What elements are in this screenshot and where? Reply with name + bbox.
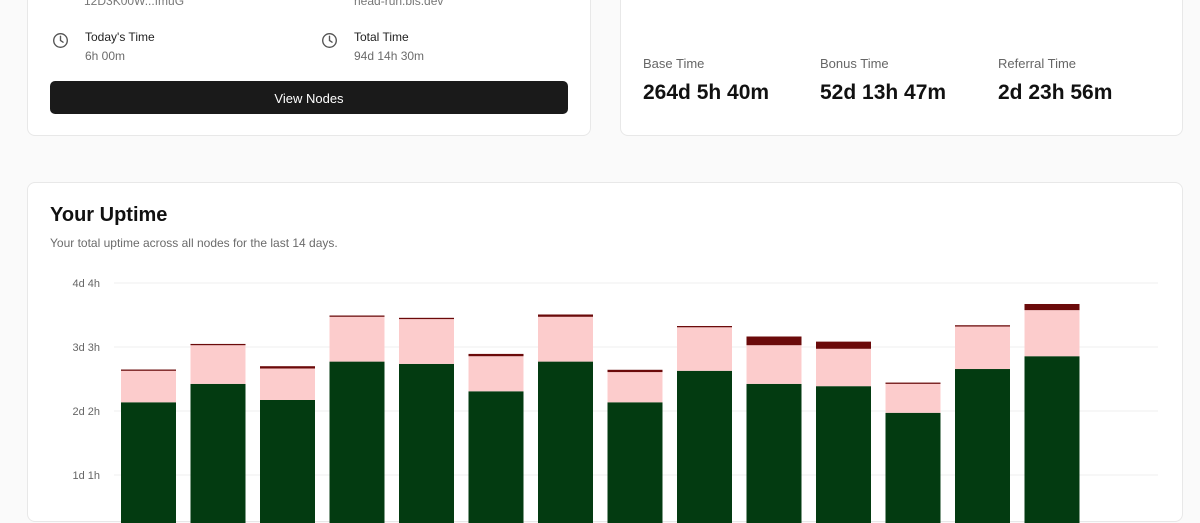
bar-segment-bonus[interactable] <box>607 372 663 403</box>
bar-segment-base[interactable] <box>538 361 593 523</box>
y-tick-label: 1d 1h <box>72 470 100 482</box>
bonus-time-stat: Bonus Time 52d 13h 47m <box>820 56 946 105</box>
bar-segment-referral[interactable] <box>121 369 176 371</box>
total-time-value: 94d 14h 30m <box>354 49 425 63</box>
bar-segment-bonus[interactable] <box>538 316 593 362</box>
bar-segment-bonus[interactable] <box>1024 310 1080 357</box>
node-id-value: 12D3K00W...fmuG <box>84 0 185 8</box>
total-time-headline: T·315d 10h 23m <box>641 0 985 9</box>
y-tick-label: 4d 4h <box>72 278 100 290</box>
bar-segment-referral[interactable] <box>329 315 385 317</box>
bar-segment-referral[interactable] <box>955 325 1010 327</box>
bar-segment-referral[interactable] <box>260 366 315 369</box>
bar-segment-bonus[interactable] <box>260 368 315 400</box>
referral-time-label: Referral Time <box>998 56 1077 71</box>
bar-segment-base[interactable] <box>885 412 941 523</box>
bar-segment-referral[interactable] <box>1024 303 1080 311</box>
bar-segment-base[interactable] <box>329 361 385 523</box>
bar-segment-base[interactable] <box>1024 356 1080 523</box>
bar-segment-base[interactable] <box>607 402 663 523</box>
clock-icon <box>322 33 337 48</box>
bar-segment-bonus[interactable] <box>468 356 524 392</box>
bar-segment-referral[interactable] <box>816 341 871 349</box>
bar-segment-base[interactable] <box>190 383 246 523</box>
bar-segment-referral[interactable] <box>399 317 454 320</box>
bar-segment-referral[interactable] <box>885 382 941 384</box>
bar-segment-base[interactable] <box>468 391 524 523</box>
bonus-time-label: Bonus Time <box>820 56 889 71</box>
bar-segment-referral[interactable] <box>677 326 732 328</box>
bar-segment-bonus[interactable] <box>399 319 454 364</box>
y-tick-label: 2d 2h <box>72 406 100 418</box>
bar-segment-referral[interactable] <box>746 336 802 346</box>
bar-segment-bonus[interactable] <box>121 370 176 403</box>
clock-icon <box>53 33 68 48</box>
base-time-label: Base Time <box>643 56 705 71</box>
bar-segment-bonus[interactable] <box>885 383 941 413</box>
node-host-value: head-run.bls.dev <box>354 0 444 8</box>
time-summary-card: T·315d 10h 23m Base Time 264d 5h 40m Bon… <box>620 0 1183 136</box>
bar-segment-base[interactable] <box>260 399 315 523</box>
todays-time-label: Today's Time <box>85 30 155 44</box>
node-info-card: 12D3K00W...fmuG head-run.bls.dev Today's… <box>27 0 591 136</box>
bar-segment-bonus[interactable] <box>190 345 246 384</box>
uptime-chart: 1d 1h 2d 2h 3d 3h 4d 4h <box>72 278 1158 523</box>
todays-time-value: 6h 00m <box>85 49 126 63</box>
bar-segment-base[interactable] <box>746 383 802 523</box>
referral-time-stat: Referral Time 2d 23h 56m <box>998 56 1112 105</box>
bonus-time-value: 52d 13h 47m <box>820 81 947 104</box>
bar-segment-bonus[interactable] <box>816 348 871 387</box>
bar-segment-referral[interactable] <box>607 369 663 373</box>
referral-time-value: 2d 23h 56m <box>998 81 1113 104</box>
view-nodes-button[interactable]: View Nodes <box>50 81 568 114</box>
uptime-card: Your Uptime Your total uptime across all… <box>27 182 1183 523</box>
bar-segment-referral[interactable] <box>468 353 524 357</box>
bar-segment-bonus[interactable] <box>677 327 732 371</box>
bar-segment-referral[interactable] <box>190 343 246 346</box>
bar-segment-bonus[interactable] <box>329 316 385 362</box>
base-time-value: 264d 5h 40m <box>643 81 770 104</box>
y-tick-label: 3d 3h <box>72 342 100 354</box>
total-time-label: Total Time <box>354 30 409 44</box>
bar-segment-bonus[interactable] <box>746 345 802 384</box>
bar-segment-referral[interactable] <box>538 314 593 317</box>
base-time-stat: Base Time 264d 5h 40m <box>643 56 769 105</box>
bar-segment-base[interactable] <box>121 402 176 523</box>
bar-segment-base[interactable] <box>816 386 871 523</box>
bar-segment-base[interactable] <box>399 363 454 523</box>
todays-time-item: Today's Time 6h 00m <box>52 29 155 64</box>
total-time-item: Total Time 94d 14h 30m <box>321 29 424 64</box>
bar-segment-bonus[interactable] <box>955 326 1010 370</box>
bar-segment-base[interactable] <box>677 370 732 523</box>
